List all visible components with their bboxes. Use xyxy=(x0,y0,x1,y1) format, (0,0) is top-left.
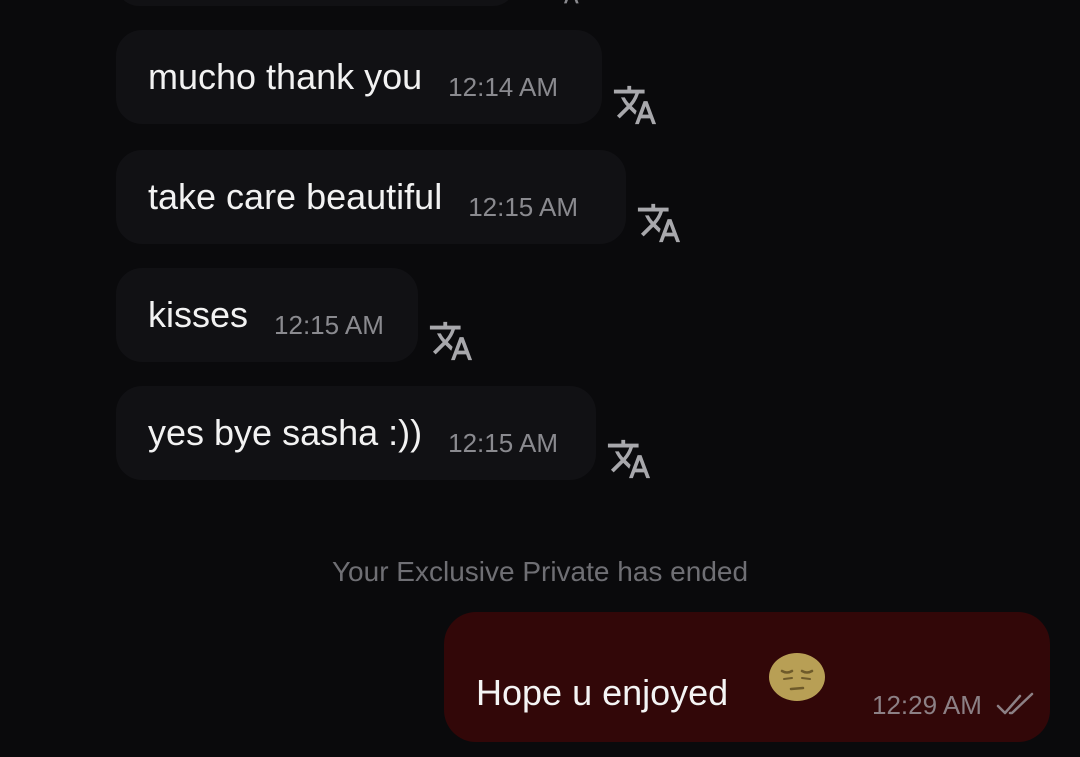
message-timestamp: 12:15 AM xyxy=(274,309,384,340)
outgoing-message-bubble[interactable]: Hope u enjoyed 12:29 AM xyxy=(444,612,1050,742)
system-message: Your Exclusive Private has ended xyxy=(331,556,749,587)
message-text: take care beautiful xyxy=(148,176,443,217)
message-text: mucho thank you xyxy=(148,56,423,97)
double-check-icon xyxy=(996,692,1036,718)
translate-icon[interactable] xyxy=(612,82,658,128)
message-text: kisses xyxy=(148,294,249,335)
previous-message-bubble[interactable] xyxy=(116,0,516,6)
incoming-message-bubble[interactable]: take care beautiful 12:15 AM xyxy=(116,150,626,244)
message-timestamp: 12:15 AM xyxy=(468,191,579,222)
pensive-face-emoji xyxy=(768,652,826,702)
incoming-message-bubble[interactable]: mucho thank you 12:14 AM xyxy=(116,30,602,124)
message-text: Hope u enjoyed xyxy=(476,672,729,713)
translate-icon[interactable] xyxy=(548,0,580,6)
translate-icon[interactable] xyxy=(606,436,652,482)
message-text: yes bye sasha :)) xyxy=(148,412,423,453)
incoming-message-bubble[interactable]: kisses 12:15 AM xyxy=(116,268,418,362)
translate-icon[interactable] xyxy=(428,318,474,364)
chat-screen: mucho thank you 12:14 AM take care beaut… xyxy=(0,0,1080,757)
message-timestamp: 12:14 AM xyxy=(448,71,559,102)
message-timestamp: 12:29 AM xyxy=(872,690,982,720)
message-timestamp: 12:15 AM xyxy=(448,427,558,458)
translate-icon[interactable] xyxy=(636,200,682,246)
incoming-message-bubble[interactable]: yes bye sasha :)) 12:15 AM xyxy=(116,386,596,480)
